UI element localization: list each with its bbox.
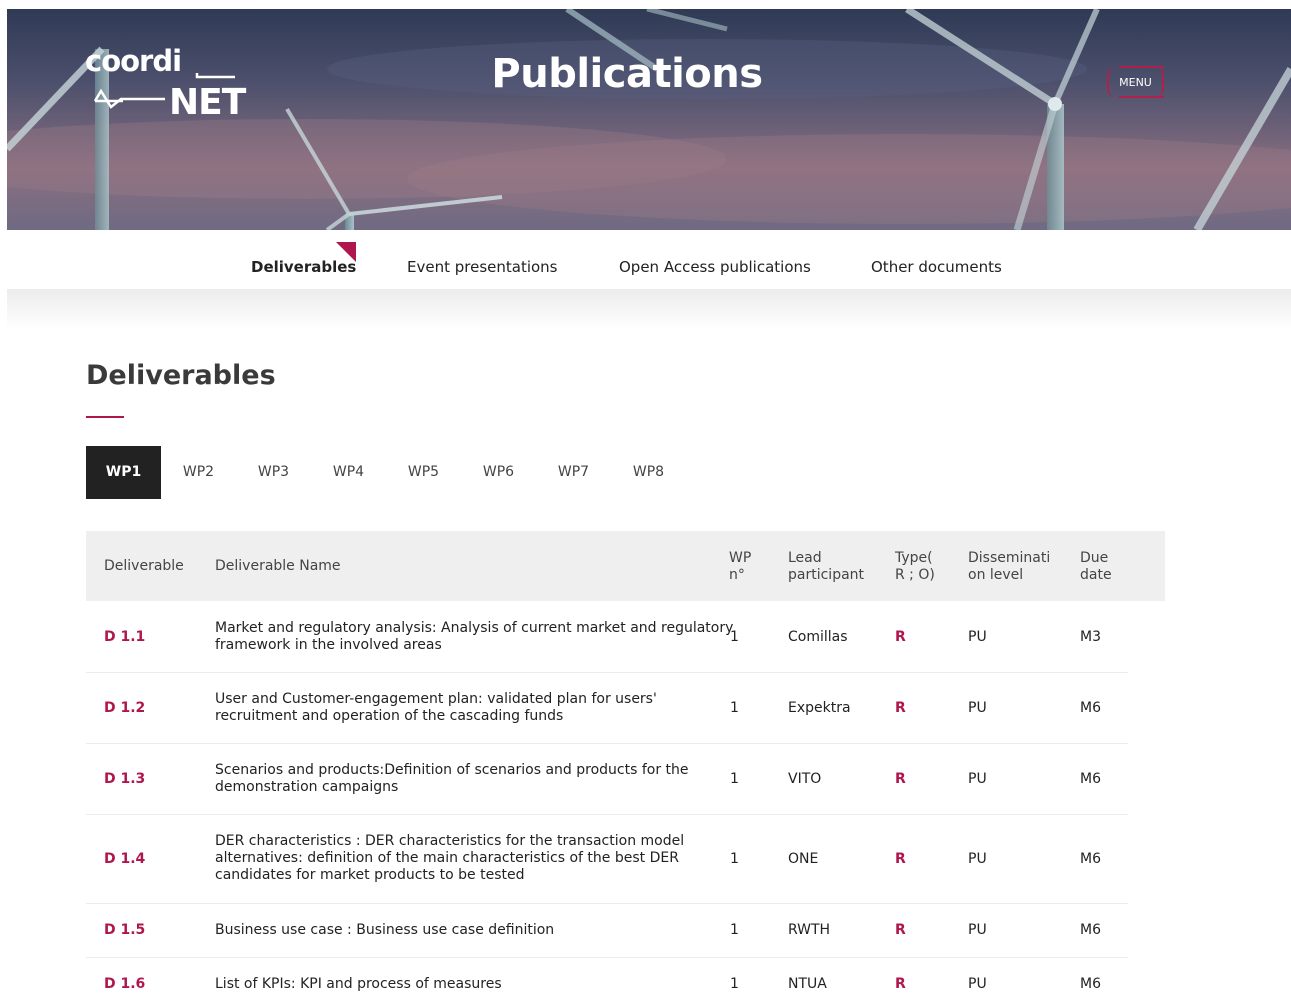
- wp-number: 1: [730, 922, 739, 938]
- lead-participant: NTUA: [788, 976, 827, 992]
- name-line: alternatives: definition of the main cha…: [215, 850, 679, 866]
- table-row: D 1.4 DER characteristics : DER characte…: [86, 815, 1128, 904]
- wp-tab-8[interactable]: WP8: [611, 446, 686, 499]
- table-row: D 1.6 List of KPIs: KPI and process of m…: [86, 958, 1128, 1004]
- header-deliverable-name: Deliverable Name: [215, 558, 341, 574]
- deliverable-link[interactable]: D 1.4: [104, 851, 145, 868]
- header-dissemination-level: Disseminati on level: [968, 550, 1050, 584]
- lead-participant: Expektra: [788, 700, 851, 716]
- dissemination-level: PU: [968, 976, 987, 992]
- wp-number: 1: [730, 700, 739, 716]
- dissemination-level: PU: [968, 851, 987, 867]
- deliverable-link[interactable]: D 1.3: [104, 771, 145, 788]
- deliverable-name: User and Customer-engagement plan: valid…: [215, 691, 657, 725]
- wp-tab-4[interactable]: WP4: [311, 446, 386, 499]
- type-value: R: [895, 851, 906, 867]
- wp-tab-6[interactable]: WP6: [461, 446, 536, 499]
- section-title: Deliverables: [86, 360, 276, 391]
- table-row: D 1.1 Market and regulatory analysis: An…: [86, 602, 1128, 673]
- name-line: Scenarios and products:Definition of sce…: [215, 762, 689, 778]
- tab-event-presentations[interactable]: Event presentations: [407, 258, 558, 276]
- deliverable-name: DER characteristics : DER characteristic…: [215, 833, 684, 884]
- type-value: R: [895, 629, 906, 645]
- header-type-line1: Type(: [895, 550, 933, 566]
- tab-open-access-publications[interactable]: Open Access publications: [619, 258, 811, 276]
- table-row: D 1.2 User and Customer-engagement plan:…: [86, 673, 1128, 744]
- due-date: M6: [1080, 851, 1101, 867]
- header-type-line2: R ; O): [895, 567, 935, 583]
- wp-number: 1: [730, 976, 739, 992]
- deliverable-name: Market and regulatory analysis: Analysis…: [215, 620, 733, 654]
- wp-number: 1: [730, 771, 739, 787]
- deliverable-name: Business use case : Business use case de…: [215, 922, 554, 939]
- type-value: R: [895, 700, 906, 716]
- header-lead-participant: Lead participant: [788, 550, 864, 584]
- header-type: Type( R ; O): [895, 550, 935, 584]
- deliverable-name: List of KPIs: KPI and process of measure…: [215, 976, 502, 993]
- header-lead-line2: participant: [788, 567, 865, 583]
- wp-number: 1: [730, 851, 739, 867]
- wp-tab-5[interactable]: WP5: [386, 446, 461, 499]
- deliverable-link[interactable]: D 1.5: [104, 922, 145, 939]
- name-line: User and Customer-engagement plan: valid…: [215, 691, 657, 707]
- deliverable-link[interactable]: D 1.1: [104, 629, 145, 646]
- type-value: R: [895, 976, 906, 992]
- header-lead-line1: Lead: [788, 550, 822, 566]
- name-line: framework in the involved areas: [215, 637, 442, 653]
- name-line: recruitment and operation of the cascadi…: [215, 708, 564, 724]
- header-due-line2: date: [1080, 567, 1112, 583]
- lead-participant: VITO: [788, 771, 822, 787]
- due-date: M6: [1080, 922, 1101, 938]
- wp-tab-2[interactable]: WP2: [161, 446, 236, 499]
- deliverable-link[interactable]: D 1.2: [104, 700, 145, 717]
- header-deliverable: Deliverable: [104, 558, 184, 574]
- name-line: Business use case : Business use case de…: [215, 922, 555, 938]
- table-header: Deliverable Deliverable Name WP n° Lead …: [86, 531, 1165, 601]
- page-title: Publications: [491, 51, 763, 97]
- due-date: M6: [1080, 976, 1101, 992]
- publications-subnav: Deliverables Event presentations Open Ac…: [7, 230, 1291, 289]
- header-wp: WP n°: [729, 550, 751, 584]
- due-date: M6: [1080, 700, 1101, 716]
- wp-tab-1[interactable]: WP1: [86, 446, 161, 499]
- wp-tab-3[interactable]: WP3: [236, 446, 311, 499]
- name-line: demonstration campaigns: [215, 779, 399, 795]
- header-due-line1: Due: [1080, 550, 1109, 566]
- lead-participant: RWTH: [788, 922, 831, 938]
- deliverable-name: Scenarios and products:Definition of sce…: [215, 762, 689, 796]
- tab-other-documents[interactable]: Other documents: [871, 258, 1002, 276]
- table-row: D 1.3 Scenarios and products:Definition …: [86, 744, 1128, 815]
- name-line: candidates for market products to be tes…: [215, 867, 525, 883]
- dissemination-level: PU: [968, 922, 987, 938]
- dissemination-level: PU: [968, 700, 987, 716]
- header-dissem-line1: Disseminati: [968, 550, 1051, 566]
- tab-deliverables[interactable]: Deliverables: [251, 258, 356, 276]
- dissemination-level: PU: [968, 629, 987, 645]
- header-due-date: Due date: [1080, 550, 1112, 584]
- name-line: DER characteristics : DER characteristic…: [215, 833, 685, 849]
- table-row: D 1.5 Business use case : Business use c…: [86, 904, 1128, 958]
- name-line: List of KPIs: KPI and process of measure…: [215, 976, 502, 992]
- header-dissem-line2: on level: [968, 567, 1024, 583]
- due-date: M3: [1080, 629, 1101, 645]
- header-wp-line2: n°: [729, 567, 745, 583]
- header-wp-line1: WP: [729, 550, 752, 566]
- type-value: R: [895, 922, 906, 938]
- name-line: Market and regulatory analysis: Analysis…: [215, 620, 734, 636]
- wp-number: 1: [730, 629, 739, 645]
- type-value: R: [895, 771, 906, 787]
- subnav-shadow: [7, 289, 1291, 329]
- due-date: M6: [1080, 771, 1101, 787]
- title-underline: [86, 416, 124, 418]
- lead-participant: Comillas: [788, 629, 848, 645]
- deliverable-link[interactable]: D 1.6: [104, 976, 145, 993]
- wp-tab-7[interactable]: WP7: [536, 446, 611, 499]
- dissemination-level: PU: [968, 771, 987, 787]
- hero-banner: coordi NET Publications MENU: [7, 9, 1291, 230]
- menu-button[interactable]: MENU: [1107, 66, 1164, 98]
- lead-participant: ONE: [788, 851, 819, 867]
